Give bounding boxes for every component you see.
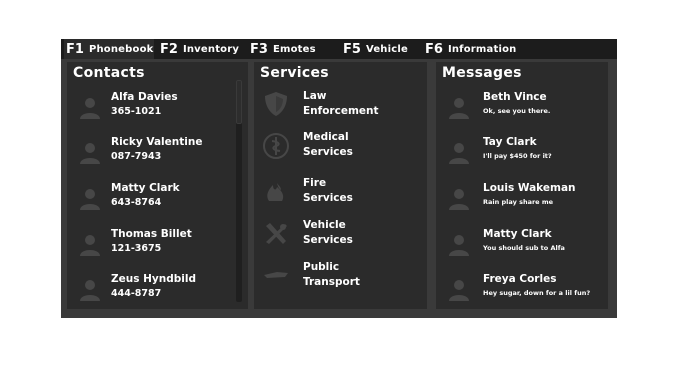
phone-menu-window: F1 Phonebook F2 Inventory F3 Emotes F5 V… [61,39,617,318]
message-sender: Louis Wakeman [483,182,576,194]
avatar-icon [449,143,469,164]
avatar-icon [80,98,100,119]
contact-item[interactable]: Alfa Davies 365-1021 [67,88,248,130]
avatar-icon [80,189,100,210]
service-label-2: Transport [303,276,360,288]
contact-number: 087-7943 [111,151,162,162]
message-preview: Rain play share me [483,198,554,206]
avatar-icon [449,189,469,210]
tab-key: F3 [250,41,268,57]
message-item[interactable]: Beth Vince Ok, see you there. [436,88,608,130]
tab-label: Emotes [272,43,316,55]
contact-number: 121-3675 [111,243,162,254]
services-title: Services [260,65,329,81]
service-label-1: Vehicle [303,219,346,231]
tab-inventory[interactable]: F2 Inventory [160,39,239,59]
tab-key: F6 [425,41,443,57]
message-item[interactable]: Matty Clark You should sub to Alfa [436,225,608,267]
tab-key: F2 [160,41,178,57]
wrench-icon [266,223,287,244]
contact-item[interactable]: Thomas Billet 121-3675 [67,225,248,267]
avatar-icon [80,280,100,301]
service-label-2: Services [303,234,353,246]
avatar-icon [449,280,469,301]
tab-key: F1 [66,41,84,57]
service-item-transport[interactable]: Public Transport [254,259,427,295]
tab-label: Vehicle [365,43,408,55]
service-item-vehicle[interactable]: Vehicle Services [254,217,427,253]
service-item-fire[interactable]: Fire Services [254,175,427,211]
service-label-1: Law [303,90,327,102]
contact-name: Matty Clark [111,182,180,194]
message-item[interactable]: Freya Corles Hey sugar, down for a lil f… [436,270,608,312]
tab-label: Information [447,43,517,55]
avatar-icon [449,98,469,119]
service-label-1: Medical [303,131,349,143]
services-panel: Services Law Enforcement Medical Service… [254,62,427,309]
contact-item[interactable]: Zeus Hyndbild 444-8787 [67,270,248,312]
tab-bar: F1 Phonebook F2 Inventory F3 Emotes F5 V… [61,39,617,59]
avatar-icon [80,235,100,256]
fire-icon [267,183,284,201]
shield-icon [265,92,287,116]
message-sender: Freya Corles [483,273,557,285]
tab-key: F5 [343,41,361,57]
tab-phonebook[interactable]: F1 Phonebook [64,39,154,59]
service-item-medical[interactable]: Medical Services [254,129,427,165]
service-label-2: Services [303,146,353,158]
contact-name: Thomas Billet [111,228,192,240]
avatar-icon [80,143,100,164]
message-preview: You should sub to Alfa [483,244,565,252]
tab-emotes[interactable]: F3 Emotes [250,39,316,59]
message-sender: Tay Clark [483,136,537,148]
contact-number: 365-1021 [111,106,162,117]
message-sender: Beth Vince [483,91,547,103]
tab-label: Phonebook [88,43,154,55]
contact-item[interactable]: Matty Clark 643-8764 [67,179,248,221]
tab-vehicle[interactable]: F5 Vehicle [343,39,408,59]
service-label-1: Public [303,261,340,273]
contact-name: Alfa Davies [111,91,178,103]
contact-number: 444-8787 [111,288,162,299]
bus-icon [264,272,288,278]
messages-title: Messages [442,65,522,81]
service-label-1: Fire [303,177,327,189]
service-item-law[interactable]: Law Enforcement [254,88,427,124]
message-preview: I'll pay $450 for it? [483,152,552,160]
contact-item[interactable]: Ricky Valentine 087-7943 [67,133,248,175]
contacts-title: Contacts [73,65,145,81]
contact-number: 643-8764 [111,197,162,208]
contact-name: Zeus Hyndbild [111,273,196,285]
message-sender: Matty Clark [483,228,552,240]
message-preview: Hey sugar, down for a lil fun? [483,289,591,297]
message-item[interactable]: Tay Clark I'll pay $450 for it? [436,133,608,175]
message-preview: Ok, see you there. [483,107,551,115]
service-label-2: Services [303,192,353,204]
avatar-icon [449,235,469,256]
contact-name: Ricky Valentine [111,136,203,148]
service-label-2: Enforcement [303,105,379,117]
medical-icon [263,133,289,159]
tab-label: Inventory [182,43,240,55]
contacts-panel: Contacts Alfa Davies 365-1021 Ricky Vale… [67,62,248,309]
tab-information[interactable]: F6 Information [425,39,517,59]
messages-panel: Messages Beth Vince Ok, see you there. T… [436,62,608,309]
message-item[interactable]: Louis Wakeman Rain play share me [436,179,608,221]
